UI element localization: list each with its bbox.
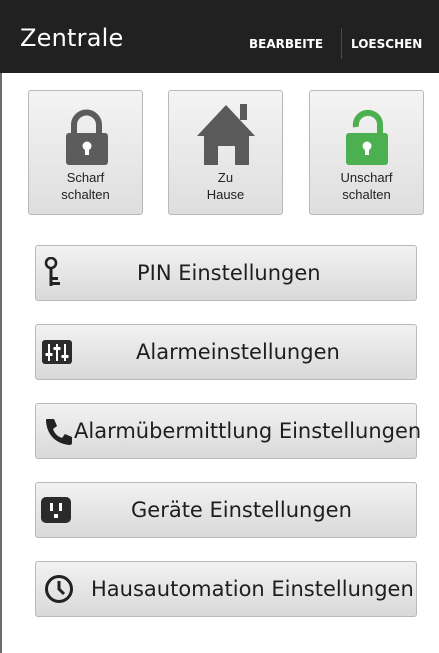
sliders-icon <box>42 340 72 364</box>
alarm-settings-button[interactable]: Alarmeinstellungen <box>35 324 417 380</box>
action-divider <box>341 28 342 59</box>
home-automation-label: Hausautomation Einstellungen <box>91 577 414 601</box>
power-outlet-icon <box>41 497 71 523</box>
disarm-button[interactable]: Unscharf schalten <box>309 90 424 215</box>
device-settings-button[interactable]: Geräte Einstellungen <box>35 482 417 538</box>
unlocked-padlock-icon <box>346 109 388 165</box>
clock-icon <box>45 575 73 603</box>
pin-settings-button[interactable]: PIN Einstellungen <box>35 245 417 301</box>
page-title: Zentrale <box>20 24 124 52</box>
home-button[interactable]: Zu Hause <box>168 90 283 215</box>
alarm-transmission-label: Alarmübermittlung Einstellungen <box>74 419 422 443</box>
left-edge-divider <box>0 73 2 653</box>
locked-padlock-icon <box>66 109 108 165</box>
home-automation-button[interactable]: Hausautomation Einstellungen <box>35 561 417 617</box>
alarm-settings-label: Alarmeinstellungen <box>136 340 340 364</box>
delete-button[interactable]: LOESCHEN <box>351 37 422 51</box>
alarm-transmission-button[interactable]: Alarmübermittlung Einstellungen <box>35 403 421 459</box>
device-settings-label: Geräte Einstellungen <box>131 498 352 522</box>
key-icon <box>44 257 60 286</box>
pin-settings-label: PIN Einstellungen <box>137 261 321 285</box>
home-label: Zu Hause <box>206 170 245 202</box>
house-icon <box>197 104 255 165</box>
arm-label: Scharf schalten <box>61 170 110 202</box>
arm-button[interactable]: Scharf schalten <box>28 90 143 215</box>
disarm-label: Unscharf schalten <box>340 170 393 202</box>
action-bar: Zentrale BEARBEITE LOESCHEN <box>0 0 439 73</box>
phone-icon <box>46 419 72 445</box>
edit-button[interactable]: BEARBEITE <box>249 37 323 51</box>
